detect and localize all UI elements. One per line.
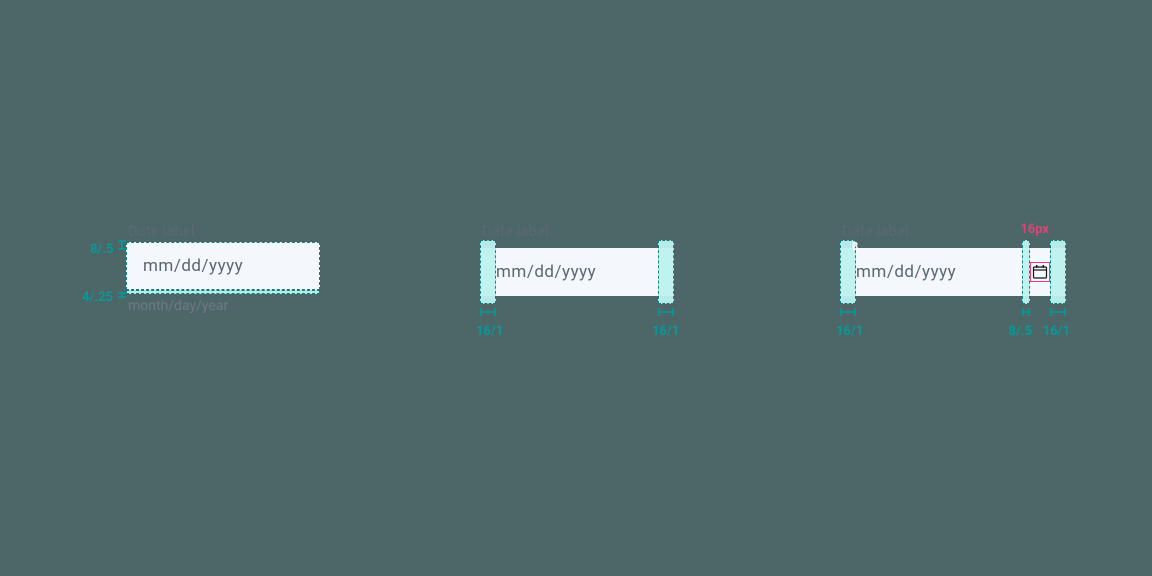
spec-padding-left: [480, 240, 496, 304]
spec-example-horizontal-icon: Date label mm/dd/yyyy 8 16px: [840, 222, 1066, 296]
input-placeholder: mm/dd/yyyy: [496, 262, 596, 282]
spec-label-iconpx: 16px: [1020, 222, 1049, 237]
spec-spacing-bottom: [126, 290, 320, 294]
i-bar-icon: [118, 240, 128, 250]
calendar-icon-spec-box: [1030, 262, 1050, 282]
spec-label-left: 16/1: [476, 324, 503, 339]
input-label: Date label: [126, 222, 320, 240]
spec-label-mid: 8/.5: [1009, 324, 1033, 339]
spec-padding-right: [1050, 240, 1066, 304]
i-bar-icon: [1022, 308, 1030, 318]
spec-example-horizontal-simple: Date label mm/dd/yyyy 16/1 16/1: [480, 222, 674, 296]
date-input[interactable]: mm/dd/yyyy: [126, 242, 320, 290]
spec-badge-8: 8: [852, 240, 858, 253]
input-label: Date label: [480, 222, 674, 240]
date-input[interactable]: mm/dd/yyyy: [840, 248, 1066, 296]
i-bar-icon: [840, 308, 856, 318]
i-bar-icon: [118, 292, 128, 298]
input-placeholder: mm/dd/yyyy: [856, 262, 956, 282]
spec-label-bottom: 4/.25: [82, 290, 113, 305]
spec-padding-mid: [1022, 240, 1030, 304]
i-bar-icon: [658, 308, 674, 318]
spec-label-left: 16/1: [836, 324, 863, 339]
i-bar-icon: [480, 308, 496, 318]
spec-label-right: 16/1: [652, 324, 679, 339]
spec-label-right: 16/1: [1043, 324, 1070, 339]
input-helper-text: month/day/year: [126, 298, 320, 314]
i-bar-icon: [1050, 308, 1066, 318]
spec-example-vertical: Date label mm/dd/yyyy month/day/year 8/.…: [126, 222, 320, 314]
spec-padding-right: [658, 240, 674, 304]
input-placeholder: mm/dd/yyyy: [143, 256, 243, 276]
spec-label-top: 8/.5: [90, 242, 114, 257]
calendar-icon[interactable]: [1032, 264, 1048, 280]
date-input[interactable]: mm/dd/yyyy: [480, 248, 674, 296]
